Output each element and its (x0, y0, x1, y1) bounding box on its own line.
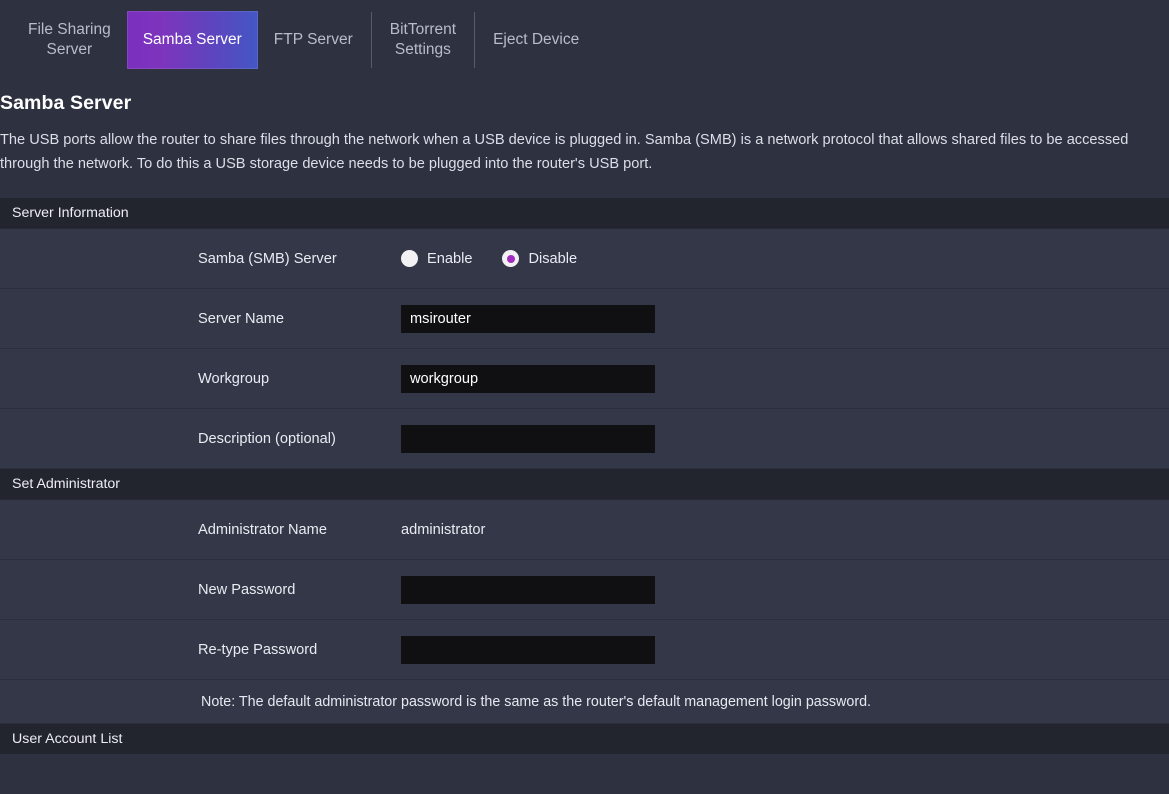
tab-ftp-server[interactable]: FTP Server (258, 11, 369, 69)
tab-file-sharing-server[interactable]: File Sharing Server (12, 11, 127, 69)
radio-enable-icon[interactable] (401, 250, 418, 268)
radio-group-samba-server: Enable Disable (401, 250, 607, 268)
row-samba-server: Samba (SMB) Server Enable Disable (0, 229, 1169, 290)
label-samba-server: Samba (SMB) Server (198, 250, 337, 267)
row-admin-note: Note: The default administrator password… (0, 680, 1169, 725)
section-header-user-account-list: User Account List (0, 724, 1169, 755)
tab-separator (370, 12, 372, 68)
value-administrator-name: administrator (401, 521, 486, 538)
admin-password-note: Note: The default administrator password… (201, 693, 872, 710)
radio-option-disable[interactable]: Disable (502, 250, 578, 268)
workgroup-input[interactable] (401, 364, 655, 393)
tab-separator (474, 12, 476, 68)
tab-eject-device[interactable]: Eject Device (477, 11, 595, 69)
server-name-input[interactable] (401, 304, 655, 333)
label-workgroup: Workgroup (198, 370, 270, 387)
server-information-rows: Samba (SMB) Server Enable Disable Server… (0, 228, 1169, 470)
section-header-server-information-label: Server Information (12, 205, 129, 222)
row-administrator-name: Administrator Name administrator (0, 500, 1169, 561)
label-retype-password: Re-type Password (198, 641, 318, 658)
label-server-name: Server Name (198, 310, 284, 327)
radio-disable-label: Disable (528, 250, 578, 267)
page-description: The USB ports allow the router to share … (0, 132, 1129, 172)
section-header-user-account-list-label: User Account List (12, 731, 123, 748)
section-header-server-information: Server Information (0, 198, 1169, 229)
radio-disable-icon[interactable] (502, 250, 520, 268)
section-header-set-administrator: Set Administrator (0, 469, 1169, 500)
row-retype-password: Re-type Password (0, 620, 1169, 681)
tab-bar: File Sharing Server Samba Server FTP Ser… (0, 0, 1169, 80)
retype-password-input[interactable] (401, 635, 655, 664)
row-workgroup: Workgroup (0, 349, 1169, 410)
new-password-input[interactable] (401, 575, 655, 604)
page-title: Samba Server (0, 92, 132, 114)
label-new-password: New Password (198, 581, 296, 598)
tab-samba-server[interactable]: Samba Server (126, 11, 258, 69)
radio-option-enable[interactable]: Enable (401, 250, 473, 268)
description-input[interactable] (401, 424, 655, 453)
section-header-set-administrator-label: Set Administrator (12, 476, 121, 493)
row-server-name: Server Name (0, 289, 1169, 350)
set-administrator-rows: Administrator Name administrator New Pas… (0, 499, 1169, 725)
tab-bittorrent-settings[interactable]: BitTorrent Settings (374, 11, 472, 69)
label-description: Description (optional) (198, 430, 336, 447)
row-new-password: New Password (0, 560, 1169, 621)
radio-enable-label: Enable (427, 250, 473, 267)
row-description: Description (optional) (0, 409, 1169, 470)
label-administrator-name: Administrator Name (198, 521, 327, 538)
